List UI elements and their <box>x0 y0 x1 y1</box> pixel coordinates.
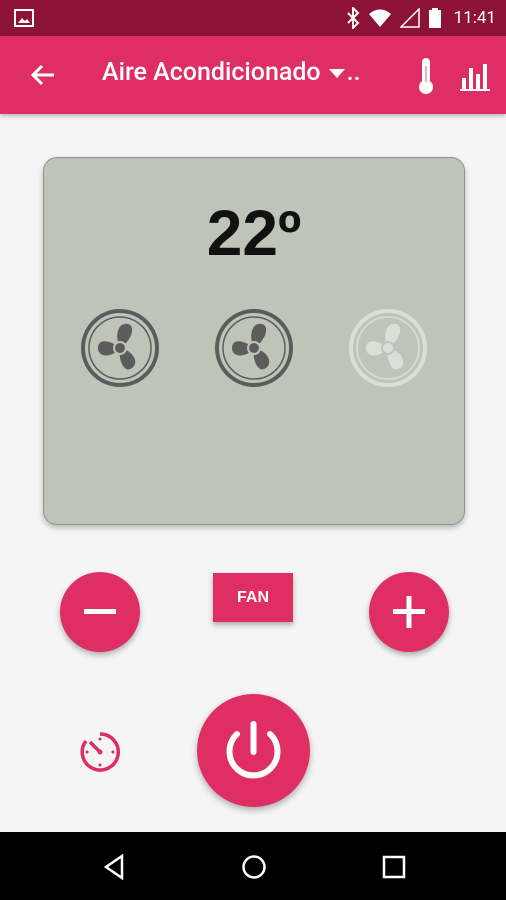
power-button[interactable] <box>197 694 310 807</box>
decrease-temp-button[interactable] <box>60 572 140 652</box>
bar-chart-icon[interactable] <box>460 60 492 92</box>
cellular-signal-icon <box>399 8 420 28</box>
dropdown-caret-icon <box>328 68 345 78</box>
back-arrow-icon[interactable] <box>28 60 58 90</box>
power-icon <box>226 721 281 779</box>
app-bar: Aire Acondicionado .. <box>0 36 506 114</box>
temperature-readout: 22º <box>206 197 302 269</box>
wifi-icon <box>368 9 391 27</box>
plus-icon <box>393 596 425 628</box>
back-triangle-icon[interactable] <box>103 854 125 880</box>
system-nav-bar <box>0 832 506 900</box>
status-bar: 11:41 <box>0 0 506 36</box>
fan-speed-3-icon <box>349 309 427 387</box>
page-title: Aire Acondicionado <box>102 58 321 87</box>
recents-square-icon[interactable] <box>382 855 406 879</box>
fan-speed-1-icon <box>81 309 159 387</box>
title-overflow: .. <box>346 58 361 87</box>
thermostat-display: 22º <box>43 157 465 525</box>
device-selector[interactable]: Aire Acondicionado .. <box>102 58 361 87</box>
thermometer-icon[interactable] <box>414 56 438 96</box>
home-circle-icon[interactable] <box>241 854 267 880</box>
fan-mode-button[interactable]: FAN <box>213 573 293 622</box>
timer-icon[interactable] <box>78 730 122 774</box>
increase-temp-button[interactable] <box>369 572 449 652</box>
gallery-icon <box>14 9 34 27</box>
minus-icon <box>84 609 116 614</box>
clock: 11:41 <box>453 8 496 28</box>
bluetooth-icon <box>346 7 360 29</box>
battery-icon <box>428 8 441 28</box>
fan-speed-2-icon <box>215 309 293 387</box>
